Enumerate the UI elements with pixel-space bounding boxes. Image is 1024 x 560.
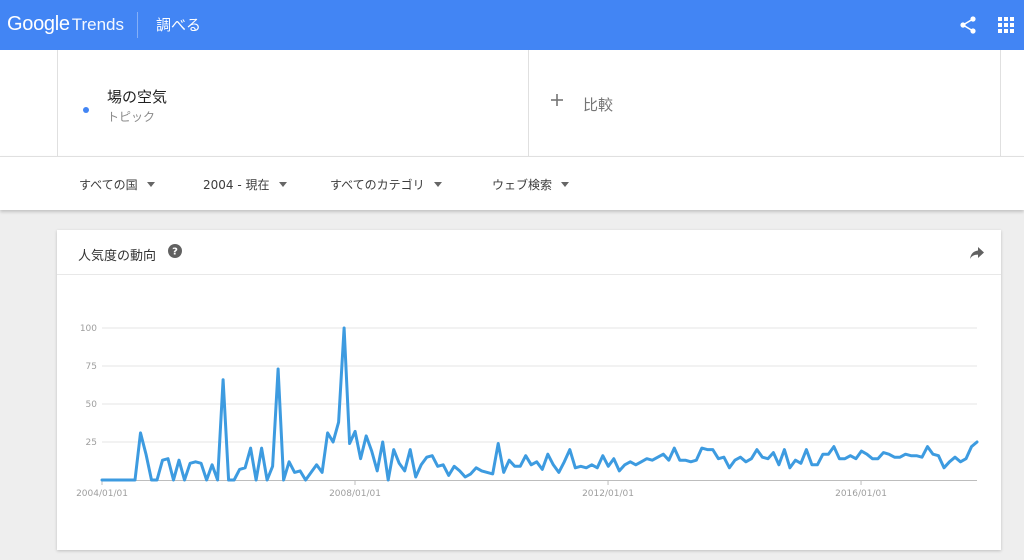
filter-bar: すべての国 2004 - 現在 すべてのカテゴリ ウェブ検索 <box>0 156 1024 210</box>
y-tick-label: 25 <box>86 438 97 448</box>
logo-trends-text: Trends <box>71 15 124 34</box>
time-range-dropdown[interactable]: 2004 - 現在 <box>203 176 287 193</box>
search-type-label: ウェブ検索 <box>492 178 553 192</box>
dropdown-arrow-icon <box>146 182 155 187</box>
dropdown-arrow-icon <box>278 182 287 187</box>
x-tick-label: 2016/01/01 <box>835 489 887 499</box>
y-tick-label: 50 <box>86 400 98 410</box>
y-tick-label: 100 <box>80 324 97 334</box>
explore-title: 調べる <box>156 16 202 34</box>
google-trends-logo[interactable]: Google Trends <box>7 13 124 37</box>
time-range-label: 2004 - 現在 <box>203 178 270 192</box>
category-dropdown[interactable]: すべてのカテゴリ <box>330 176 442 193</box>
logo-google-text: Google <box>7 13 70 35</box>
compare-label: 比較 <box>583 96 614 114</box>
apps-grid-icon[interactable] <box>996 15 1016 35</box>
compare-button[interactable]: 比較 <box>529 50 1001 156</box>
category-label: すべてのカテゴリ <box>330 178 425 192</box>
search-term-name[interactable]: 場の空気 <box>107 86 167 107</box>
help-icon[interactable]: ? <box>168 244 182 258</box>
country-filter-dropdown[interactable]: すべての国 <box>79 176 155 193</box>
search-type-dropdown[interactable]: ウェブ検索 <box>492 176 570 193</box>
header-divider <box>137 12 138 38</box>
plus-icon <box>551 94 563 106</box>
x-axis-ticks: 2004/01/01 2008/01/01 2012/01/01 2016/01/01 <box>76 480 887 499</box>
dropdown-arrow-icon <box>433 182 442 187</box>
interest-line-chart: 100 75 50 25 2004/01/01 2008/01/01 2012/01/01… <box>76 324 979 499</box>
svg-text:?: ? <box>172 247 178 258</box>
x-tick-label: 2008/01/01 <box>329 489 381 499</box>
card-title: 人気度の動向 <box>78 249 157 264</box>
top-bar: Google Trends 調べる <box>0 0 1024 50</box>
x-tick-label: 2012/01/01 <box>582 489 634 499</box>
country-filter-label: すべての国 <box>79 178 138 192</box>
share-icon[interactable] <box>958 15 978 35</box>
interest-over-time-card: 人気度の動向 ? 100 75 50 25 2004/01/01 2008/01/01 2… <box>57 230 1001 550</box>
share-arrow-icon[interactable] <box>969 246 985 260</box>
y-tick-label: 75 <box>86 362 97 372</box>
dropdown-arrow-icon <box>561 182 570 187</box>
search-terms-panel: 場の空気 トピック 比較 <box>0 50 1024 156</box>
search-term-card[interactable]: 場の空気 トピック <box>57 50 529 156</box>
search-term-type: トピック <box>107 110 156 124</box>
x-tick-label: 2004/01/01 <box>76 489 128 499</box>
y-axis-ticks: 100 75 50 25 <box>80 324 97 448</box>
series-color-dot <box>83 107 89 113</box>
chart-gridlines <box>102 327 977 443</box>
